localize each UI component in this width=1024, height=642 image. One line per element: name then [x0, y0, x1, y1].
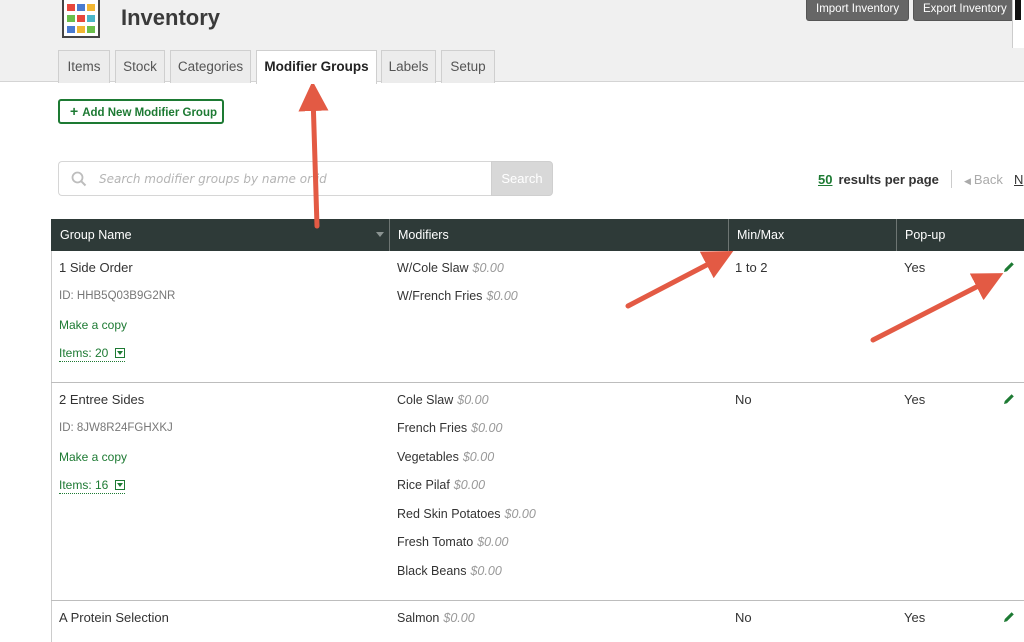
sort-caret-icon[interactable] — [376, 232, 384, 237]
column-header-min-max: Min/Max — [737, 228, 785, 242]
items-count-toggle[interactable]: Items: 16 — [59, 478, 126, 494]
group-name: 1 Side Order — [59, 260, 133, 275]
column-header-group-name[interactable]: Group Name — [51, 219, 389, 251]
modifier-item: W/French Fries $0.00 — [397, 289, 518, 303]
popup-value: Yes — [904, 610, 926, 625]
annotation-arrows — [298, 81, 1004, 343]
app-header: Inventory Import Inventory Export Invent… — [0, 0, 1024, 84]
modifier-price: $0.00 — [453, 478, 486, 492]
search-button[interactable]: Search — [491, 161, 553, 196]
modifier-price: $0.00 — [486, 289, 518, 303]
modifier-name: Rice Pilaf — [397, 478, 450, 492]
caret-down-icon — [115, 348, 126, 358]
modifier-price: $0.00 — [472, 261, 504, 275]
group-name: A Protein Selection — [59, 610, 169, 625]
pagination-divider — [951, 170, 952, 188]
plus-icon: + — [70, 103, 79, 119]
search-icon — [71, 171, 87, 187]
back-label: Back — [973, 172, 1003, 187]
items-count-label: Items: 20 — [59, 346, 109, 360]
popup-value: Yes — [904, 260, 926, 275]
min-max-value: No — [735, 610, 752, 625]
next-link[interactable]: N — [1014, 172, 1023, 187]
search-input[interactable] — [99, 162, 489, 195]
inventory-logo-icon — [62, 0, 100, 38]
table-left-border — [51, 251, 52, 642]
row-divider — [51, 382, 1024, 383]
modifier-price: $0.00 — [443, 611, 475, 625]
modifier-name: Salmon — [397, 611, 440, 625]
make-copy-link[interactable]: Make a copy — [59, 450, 127, 464]
column-header-modifiers: Modifiers — [398, 228, 449, 242]
modifier-item: Rice Pilaf $0.00 — [397, 478, 485, 492]
items-count-toggle[interactable]: Items: 20 — [59, 346, 126, 362]
modifier-price: $0.00 — [477, 535, 509, 549]
export-inventory-button[interactable]: Export Inventory — [913, 0, 1017, 21]
back-link[interactable]: ◀ Back — [964, 172, 1003, 187]
modifier-price: $0.00 — [470, 564, 502, 578]
search-box — [58, 161, 492, 196]
modifier-item: Black Beans $0.00 — [397, 564, 502, 578]
tab-modifier-groups[interactable]: Modifier Groups — [256, 50, 377, 84]
pencil-icon[interactable] — [1003, 393, 1015, 405]
annotation-arrow-minmax — [625, 251, 734, 309]
group-id: ID: 8JW8R24FGHXKJ — [59, 422, 173, 434]
tab-items[interactable]: Items — [58, 50, 110, 83]
modifier-item: French Fries $0.00 — [397, 421, 502, 435]
modifier-price: $0.00 — [504, 507, 536, 521]
add-button-label: Add New Modifier Group — [82, 107, 217, 119]
min-max-value: 1 to 2 — [735, 260, 768, 275]
modifier-name: Vegetables — [397, 450, 459, 464]
scrollbar[interactable] — [1012, 0, 1024, 48]
modifier-item: Vegetables $0.00 — [397, 450, 494, 464]
group-name: 2 Entree Sides — [59, 392, 145, 407]
table-header: Group Name Modifiers Min/Max Pop-up — [51, 219, 1024, 251]
triangle-left-icon: ◀ — [964, 176, 971, 186]
modifier-name: Fresh Tomato — [397, 535, 474, 549]
row-divider — [51, 600, 1024, 601]
tab-setup[interactable]: Setup — [441, 50, 495, 83]
modifier-name: W/Cole Slaw — [397, 261, 469, 275]
per-page-select[interactable]: 50 — [818, 172, 832, 187]
modifier-name: Red Skin Potatoes — [397, 507, 501, 521]
group-id: ID: HHB5Q03B9G2NR — [59, 290, 176, 302]
modifier-item: Fresh Tomato $0.00 — [397, 535, 508, 549]
pencil-icon[interactable] — [1003, 261, 1015, 273]
caret-down-icon — [115, 480, 126, 490]
tab-categories[interactable]: Categories — [170, 50, 251, 83]
per-page-label: results per page — [838, 172, 939, 187]
modifier-name: W/French Fries — [397, 289, 483, 303]
modifier-price: $0.00 — [457, 393, 489, 407]
modifier-price: $0.00 — [471, 421, 503, 435]
modifier-name: French Fries — [397, 421, 468, 435]
modifier-name: Black Beans — [397, 564, 467, 578]
add-modifier-group-button[interactable]: + Add New Modifier Group — [58, 99, 224, 124]
annotation-arrow-edit — [870, 273, 1004, 343]
import-inventory-button[interactable]: Import Inventory — [806, 0, 910, 21]
pencil-icon[interactable] — [1003, 611, 1015, 623]
results-per-page: 50 results per page — [818, 172, 939, 187]
modifier-price: $0.00 — [462, 450, 495, 464]
min-max-value: No — [735, 392, 752, 407]
tab-stock[interactable]: Stock — [115, 50, 165, 83]
modifier-item: W/Cole Slaw $0.00 — [397, 261, 504, 275]
modifier-name: Cole Slaw — [397, 393, 454, 407]
items-count-label: Items: 16 — [59, 478, 109, 492]
popup-value: Yes — [904, 392, 926, 407]
page-title: Inventory — [121, 5, 221, 30]
modifier-item: Red Skin Potatoes $0.00 — [397, 507, 536, 521]
make-copy-link[interactable]: Make a copy — [59, 318, 127, 332]
modifier-item: Salmon $0.00 — [397, 611, 475, 625]
modifier-item: Cole Slaw $0.00 — [397, 393, 489, 407]
column-header-popup: Pop-up — [905, 228, 946, 242]
tab-labels[interactable]: Labels — [381, 50, 436, 83]
